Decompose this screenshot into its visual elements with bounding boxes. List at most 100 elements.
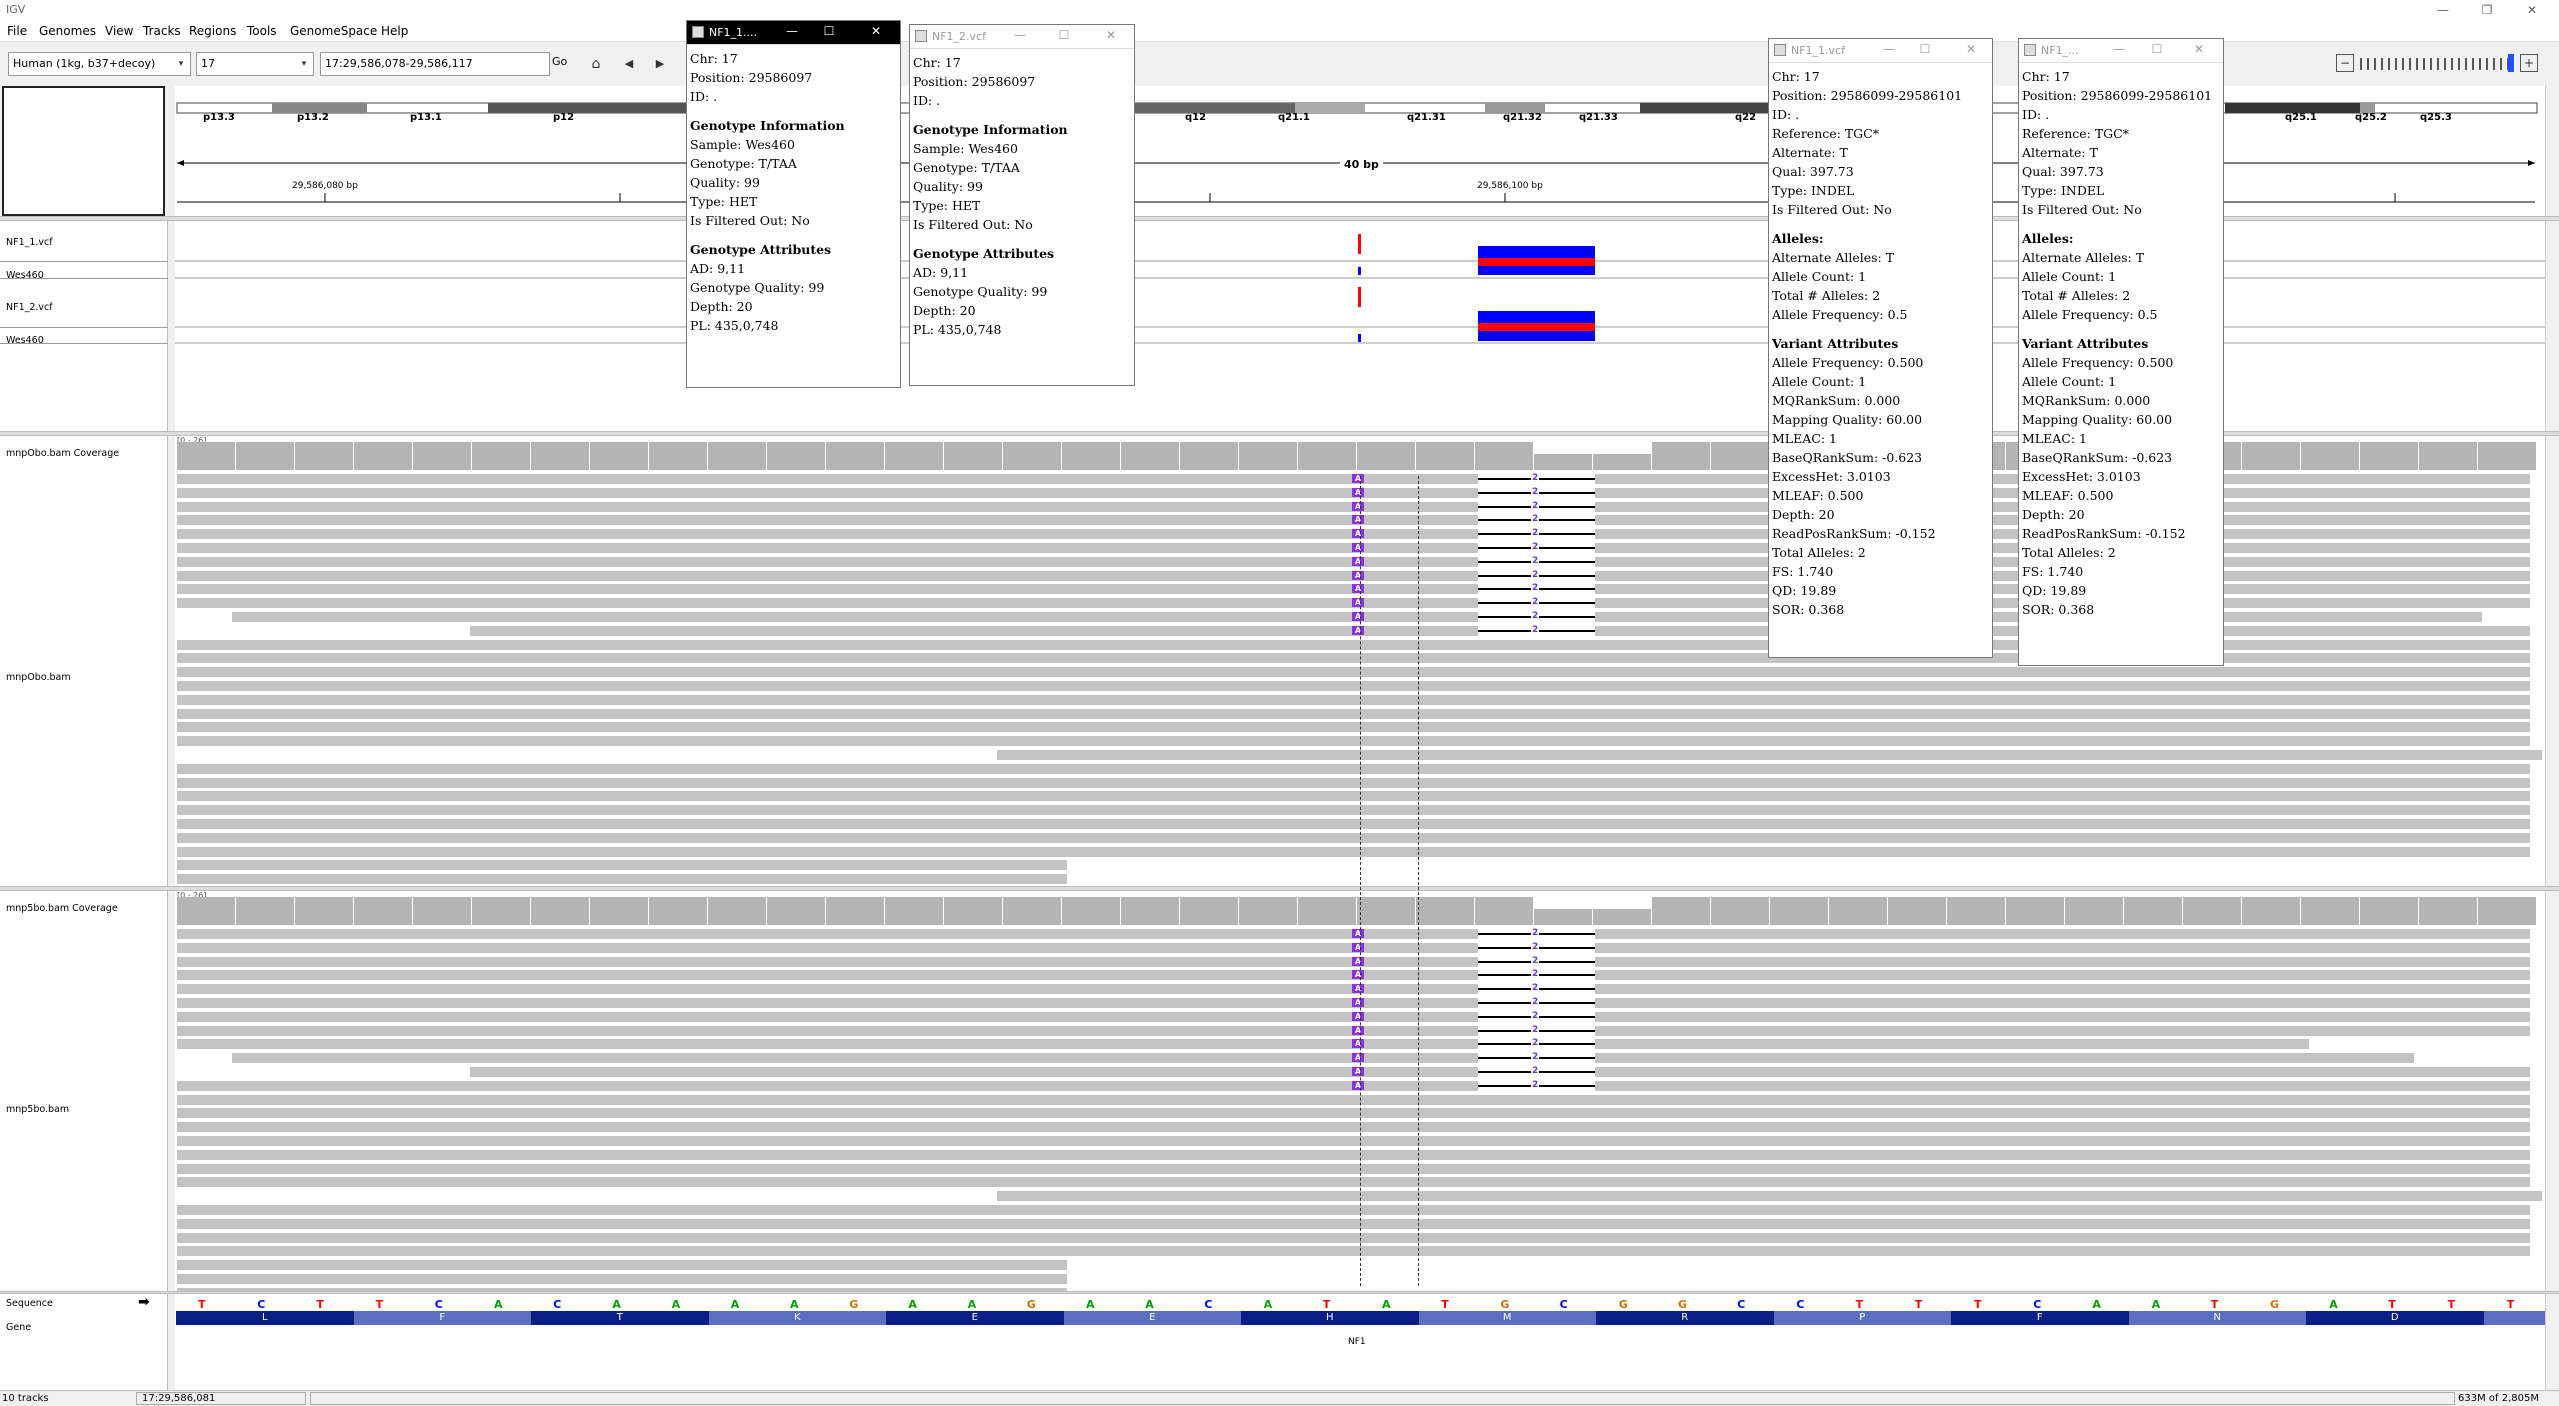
coverage-bar[interactable] [2360, 897, 2419, 925]
mismatch-base[interactable]: A [1352, 625, 1364, 635]
coverage-bar[interactable] [1888, 897, 1947, 925]
read[interactable] [177, 1274, 1067, 1284]
maximize-button[interactable]: ☐ [2147, 42, 2167, 56]
zoom-thumb[interactable] [2508, 54, 2514, 72]
coverage-bar[interactable] [2419, 442, 2478, 470]
track-label-bam2[interactable]: mnp5bo.bam [6, 1104, 69, 1115]
coverage-bar[interactable] [1357, 442, 1416, 470]
read[interactable] [177, 681, 2530, 691]
read[interactable] [232, 1053, 2414, 1064]
amino-acid[interactable]: R [1596, 1311, 1774, 1325]
read[interactable] [177, 1108, 2530, 1119]
coverage-bar[interactable] [1534, 454, 1593, 470]
read[interactable] [177, 708, 2530, 719]
amino-acid[interactable]: E [1063, 1311, 1241, 1325]
coverage-bar[interactable] [2419, 897, 2478, 925]
coverage-bar[interactable] [885, 442, 944, 470]
menu-regions[interactable]: Regions [189, 24, 236, 38]
coverage-bar[interactable] [177, 442, 236, 470]
read[interactable] [177, 1039, 2309, 1050]
mismatch-base[interactable]: A [1352, 515, 1364, 525]
coverage-bar[interactable] [1652, 897, 1711, 925]
coverage-bar[interactable] [413, 897, 472, 925]
minimize-button[interactable]: — [2421, 0, 2465, 20]
coverage-bar[interactable] [2301, 897, 2360, 925]
coverage-bar[interactable] [1180, 442, 1239, 470]
locus-input[interactable]: 17:29,586,078-29,586,117 [320, 52, 550, 76]
maximize-button[interactable]: ☐ [1915, 42, 1935, 56]
read[interactable] [177, 763, 2530, 774]
mismatch-base[interactable]: A [1352, 584, 1364, 594]
popup-nf1-1-genotype[interactable]: NF1_1.... — ☐ ✕ Chr: 17 Position: 29586097 ID… [686, 20, 901, 388]
coverage-bar[interactable] [1593, 454, 1652, 470]
coverage-bar[interactable] [472, 897, 531, 925]
vcf-scrollbar[interactable] [2545, 221, 2559, 431]
track-label-sample1[interactable]: Wes460 [6, 270, 44, 281]
zoom-out-icon[interactable]: − [2336, 54, 2354, 72]
restore-button[interactable]: ❐ [2465, 0, 2509, 20]
bam2-scrollbar[interactable] [2545, 891, 2559, 1291]
coverage-bar[interactable] [1770, 897, 1829, 925]
amino-acid[interactable]: N [2128, 1311, 2306, 1325]
read[interactable] [177, 1094, 2530, 1105]
coverage-bar[interactable] [1298, 442, 1357, 470]
read[interactable] [177, 832, 2530, 843]
mismatch-base[interactable]: A [1352, 929, 1364, 938]
coverage-bar[interactable] [649, 442, 708, 470]
mismatch-base[interactable]: A [1352, 970, 1364, 980]
minimize-button[interactable]: — [782, 24, 802, 38]
coverage-bar[interactable] [295, 442, 354, 470]
amino-acid[interactable]: E [886, 1311, 1064, 1325]
coverage-bar[interactable] [1829, 897, 1888, 925]
read[interactable] [177, 1122, 2530, 1133]
coverage-bar[interactable] [826, 442, 885, 470]
coverage-bar[interactable] [472, 442, 531, 470]
read[interactable] [997, 750, 2542, 760]
mismatch-base[interactable]: A [1352, 1067, 1364, 1076]
amino-acid[interactable]: K [708, 1311, 886, 1325]
coverage-bar[interactable] [2360, 442, 2419, 470]
coverage-bar[interactable] [1947, 897, 2006, 925]
track-label-vcf1[interactable]: NF1_1.vcf [6, 237, 53, 248]
menu-help[interactable]: Help [381, 24, 408, 38]
read[interactable] [177, 722, 2530, 733]
mismatch-base[interactable]: A [1352, 612, 1364, 621]
coverage-bar[interactable] [1062, 442, 1121, 470]
amino-acid[interactable]: M [1418, 1311, 1596, 1325]
menu-tracks[interactable]: Tracks [143, 24, 181, 38]
coverage-bar[interactable] [1062, 897, 1121, 925]
menu-genomespace[interactable]: GenomeSpace [290, 24, 377, 38]
coverage-bar[interactable] [236, 897, 295, 925]
header-scrollbar[interactable] [2545, 86, 2559, 216]
coverage-bar[interactable] [649, 897, 708, 925]
amino-acid[interactable]: F [1951, 1311, 2129, 1325]
read[interactable] [177, 736, 2530, 747]
coverage-bar[interactable] [295, 897, 354, 925]
read[interactable] [177, 667, 2530, 678]
strand-arrow-icon[interactable]: ➡ [138, 1294, 150, 1310]
read[interactable] [177, 1246, 2530, 1257]
coverage-bar[interactable] [2242, 897, 2301, 925]
coverage-bar[interactable] [1652, 442, 1711, 470]
track-label-coverage2[interactable]: mnp5bo.bam Coverage [6, 903, 118, 914]
coverage-bar[interactable] [944, 897, 1003, 925]
coverage-bar[interactable] [885, 897, 944, 925]
mismatch-base[interactable]: A [1352, 942, 1364, 952]
coverage-bar[interactable] [2183, 897, 2242, 925]
close-button[interactable]: ✕ [1101, 28, 1121, 42]
coverage-bar[interactable] [1357, 897, 1416, 925]
popup-nf1-1-variant[interactable]: NF1_1.vcf — ☐ ✕ Chr: 17 Position: 29586099-2… [1768, 38, 1993, 658]
coverage-bar[interactable] [2065, 897, 2124, 925]
mismatch-base[interactable]: A [1352, 556, 1364, 566]
coverage-bar[interactable] [1593, 909, 1652, 925]
coverage-bar[interactable] [1298, 897, 1357, 925]
track-label-bam1[interactable]: mnpObo.bam [6, 672, 71, 683]
coverage-bar[interactable] [2124, 897, 2183, 925]
mismatch-base[interactable]: A [1352, 570, 1364, 580]
coverage-bar[interactable] [1003, 897, 1062, 925]
read[interactable] [177, 1163, 2530, 1174]
read[interactable] [177, 1218, 2530, 1229]
read[interactable] [177, 1149, 2530, 1160]
minimize-button[interactable]: — [2109, 42, 2129, 56]
maximize-button[interactable]: ☐ [1054, 28, 1074, 42]
